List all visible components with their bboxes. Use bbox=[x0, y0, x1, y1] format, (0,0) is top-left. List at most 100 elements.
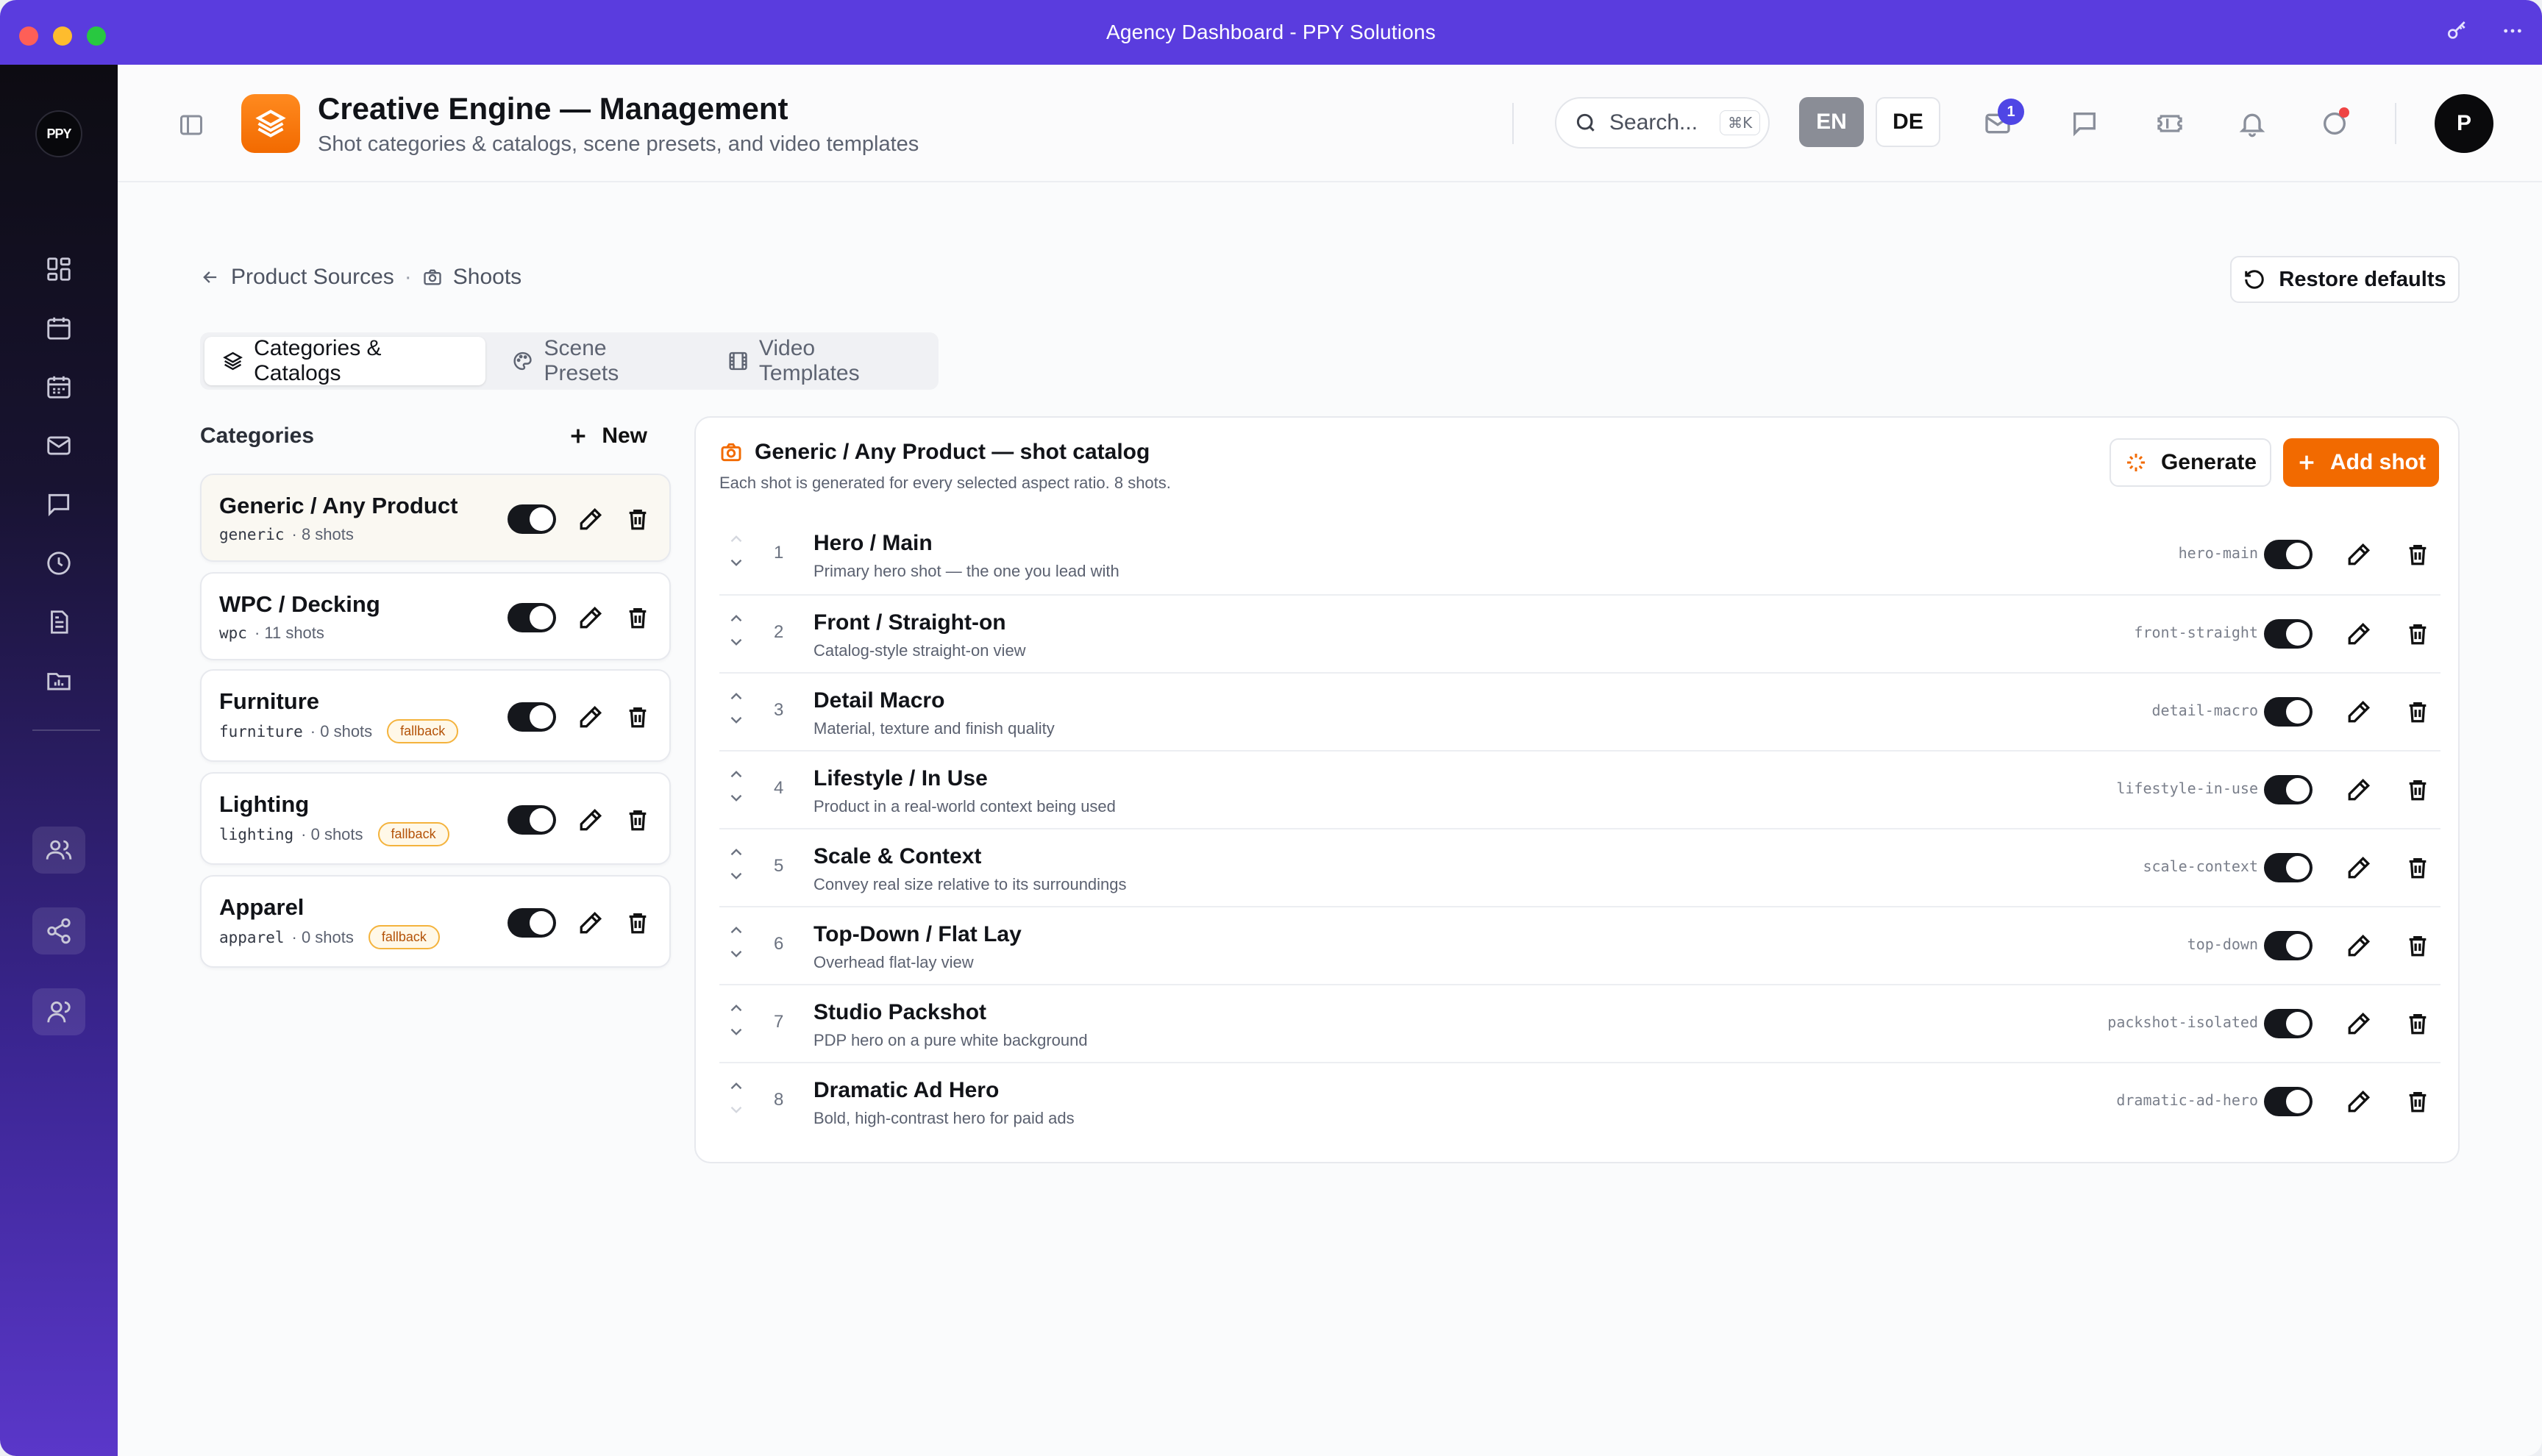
document-nav-icon[interactable] bbox=[32, 599, 85, 646]
chevron-down-icon[interactable] bbox=[727, 1100, 746, 1119]
chevron-down-icon[interactable] bbox=[727, 866, 746, 885]
pencil-icon[interactable] bbox=[578, 507, 603, 532]
new-category-button[interactable]: New bbox=[568, 424, 661, 449]
trash-icon[interactable] bbox=[2405, 542, 2430, 567]
trash-icon[interactable] bbox=[2405, 777, 2430, 802]
category-card[interactable]: Lighting lighting · 0 shots fallback bbox=[200, 772, 671, 865]
history-nav-icon[interactable] bbox=[32, 540, 85, 587]
brand-logo[interactable]: PPY bbox=[35, 110, 82, 157]
calendar-nav-icon[interactable] bbox=[32, 304, 85, 351]
chevron-up-icon[interactable] bbox=[727, 999, 746, 1018]
status-icon[interactable] bbox=[2317, 106, 2352, 141]
language-de-button[interactable]: DE bbox=[1876, 97, 1940, 147]
trash-icon[interactable] bbox=[2405, 933, 2430, 958]
users-nav-icon[interactable] bbox=[32, 988, 85, 1035]
chevron-down-icon[interactable] bbox=[727, 632, 746, 652]
chevron-up-icon[interactable] bbox=[727, 529, 746, 549]
category-enabled-toggle[interactable] bbox=[508, 702, 556, 732]
reports-nav-icon[interactable] bbox=[32, 657, 85, 704]
shot-row[interactable]: 8 Dramatic Ad Hero Bold, high-contrast h… bbox=[719, 1062, 2440, 1140]
chevron-down-icon[interactable] bbox=[727, 1022, 746, 1041]
category-enabled-toggle[interactable] bbox=[508, 805, 556, 835]
shot-row[interactable]: 5 Scale & Context Convey real size relat… bbox=[719, 828, 2440, 906]
shot-row[interactable]: 7 Studio Packshot PDP hero on a pure whi… bbox=[719, 984, 2440, 1062]
schedule-nav-icon[interactable] bbox=[32, 363, 85, 410]
shot-enabled-toggle[interactable] bbox=[2264, 1009, 2313, 1038]
restore-defaults-button[interactable]: Restore defaults bbox=[2230, 256, 2460, 303]
pencil-icon[interactable] bbox=[2346, 1011, 2371, 1036]
chevron-down-icon[interactable] bbox=[727, 710, 746, 729]
trash-icon[interactable] bbox=[625, 807, 650, 832]
language-en-button[interactable]: EN bbox=[1799, 97, 1864, 147]
trash-icon[interactable] bbox=[2405, 621, 2430, 646]
category-enabled-toggle[interactable] bbox=[508, 504, 556, 534]
pencil-icon[interactable] bbox=[2346, 855, 2371, 880]
chevron-up-icon[interactable] bbox=[727, 609, 746, 628]
trash-icon[interactable] bbox=[2405, 699, 2430, 724]
key-icon[interactable] bbox=[2445, 19, 2468, 46]
search-input[interactable]: Search... ⌘K bbox=[1555, 97, 1770, 149]
chevron-down-icon[interactable] bbox=[727, 553, 746, 572]
trash-icon[interactable] bbox=[625, 605, 650, 630]
tab-video-templates[interactable]: Video Templates bbox=[710, 336, 934, 385]
shot-row[interactable]: 2 Front / Straight-on Catalog-style stra… bbox=[719, 594, 2440, 672]
shot-enabled-toggle[interactable] bbox=[2264, 853, 2313, 882]
chevron-up-icon[interactable] bbox=[727, 1077, 746, 1096]
pencil-icon[interactable] bbox=[578, 605, 603, 630]
trash-icon[interactable] bbox=[2405, 1011, 2430, 1036]
mail-nav-icon[interactable] bbox=[32, 422, 85, 469]
category-card[interactable]: Generic / Any Product generic · 8 shots bbox=[200, 474, 671, 562]
shot-row[interactable]: 3 Detail Macro Material, texture and fin… bbox=[719, 672, 2440, 750]
tab-scene-presets[interactable]: Scene Presets bbox=[494, 336, 700, 385]
chevron-up-icon[interactable] bbox=[727, 765, 746, 784]
shot-row[interactable]: 6 Top-Down / Flat Lay Overhead flat-lay … bbox=[719, 906, 2440, 984]
pencil-icon[interactable] bbox=[578, 704, 603, 729]
pencil-icon[interactable] bbox=[2346, 1089, 2371, 1114]
maximize-window-button[interactable] bbox=[87, 26, 106, 46]
chevron-down-icon[interactable] bbox=[727, 788, 746, 807]
dashboard-nav-icon[interactable] bbox=[32, 246, 85, 293]
pencil-icon[interactable] bbox=[2346, 621, 2371, 646]
trash-icon[interactable] bbox=[2405, 855, 2430, 880]
shot-enabled-toggle[interactable] bbox=[2264, 931, 2313, 960]
share-nav-icon[interactable] bbox=[32, 907, 85, 954]
pencil-icon[interactable] bbox=[2346, 933, 2371, 958]
trash-icon[interactable] bbox=[2405, 1089, 2430, 1114]
user-avatar[interactable]: P bbox=[2435, 94, 2493, 153]
generate-button[interactable]: Generate bbox=[2110, 438, 2271, 487]
shot-row[interactable]: 4 Lifestyle / In Use Product in a real-w… bbox=[719, 750, 2440, 828]
category-card[interactable]: Furniture furniture · 0 shots fallback bbox=[200, 669, 671, 762]
chat-nav-icon[interactable] bbox=[32, 481, 85, 528]
chevron-up-icon[interactable] bbox=[727, 687, 746, 706]
trash-icon[interactable] bbox=[625, 910, 650, 935]
trash-icon[interactable] bbox=[625, 507, 650, 532]
shot-row[interactable]: 1 Hero / Main Primary hero shot — the on… bbox=[719, 516, 2440, 594]
close-window-button[interactable] bbox=[19, 26, 38, 46]
trash-icon[interactable] bbox=[625, 704, 650, 729]
category-enabled-toggle[interactable] bbox=[508, 603, 556, 632]
tab-categories-catalogs[interactable]: Categories & Catalogs bbox=[204, 336, 486, 385]
category-card[interactable]: Apparel apparel · 0 shots fallback bbox=[200, 875, 671, 968]
chevron-down-icon[interactable] bbox=[727, 944, 746, 963]
shot-enabled-toggle[interactable] bbox=[2264, 1087, 2313, 1116]
pencil-icon[interactable] bbox=[2346, 699, 2371, 724]
shot-enabled-toggle[interactable] bbox=[2264, 540, 2313, 569]
pencil-icon[interactable] bbox=[2346, 542, 2371, 567]
breadcrumb-product-sources[interactable]: Product Sources bbox=[231, 265, 394, 290]
sidebar-toggle-icon[interactable] bbox=[178, 112, 204, 138]
minimize-window-button[interactable] bbox=[53, 26, 72, 46]
team-nav-icon[interactable] bbox=[32, 827, 85, 874]
chevron-up-icon[interactable] bbox=[727, 843, 746, 862]
shot-enabled-toggle[interactable] bbox=[2264, 775, 2313, 804]
category-card[interactable]: WPC / Decking wpc · 11 shots bbox=[200, 572, 671, 660]
shot-enabled-toggle[interactable] bbox=[2264, 619, 2313, 649]
messages-icon[interactable] bbox=[2067, 106, 2102, 141]
mail-icon[interactable]: 1 bbox=[1980, 99, 2024, 141]
more-options-icon[interactable] bbox=[2501, 19, 2524, 46]
pencil-icon[interactable] bbox=[2346, 777, 2371, 802]
bell-icon[interactable] bbox=[2235, 106, 2270, 141]
shot-enabled-toggle[interactable] bbox=[2264, 697, 2313, 727]
chevron-up-icon[interactable] bbox=[727, 921, 746, 940]
ticket-icon[interactable] bbox=[2152, 106, 2187, 141]
category-enabled-toggle[interactable] bbox=[508, 908, 556, 938]
